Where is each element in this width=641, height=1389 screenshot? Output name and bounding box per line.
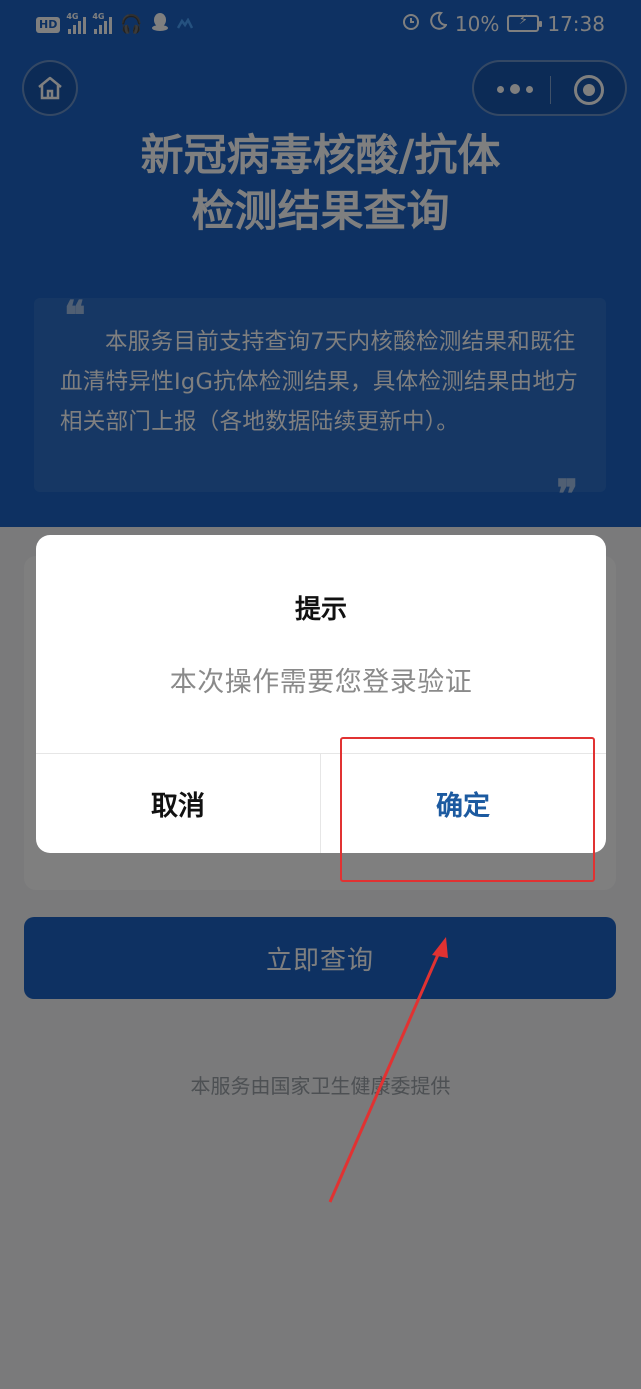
dialog-message: 本次操作需要您登录验证 [169,667,473,698]
cancel-button[interactable]: 取消 [36,754,320,853]
annotation-highlight-box [340,737,595,882]
dialog-title: 提示 [294,595,347,625]
